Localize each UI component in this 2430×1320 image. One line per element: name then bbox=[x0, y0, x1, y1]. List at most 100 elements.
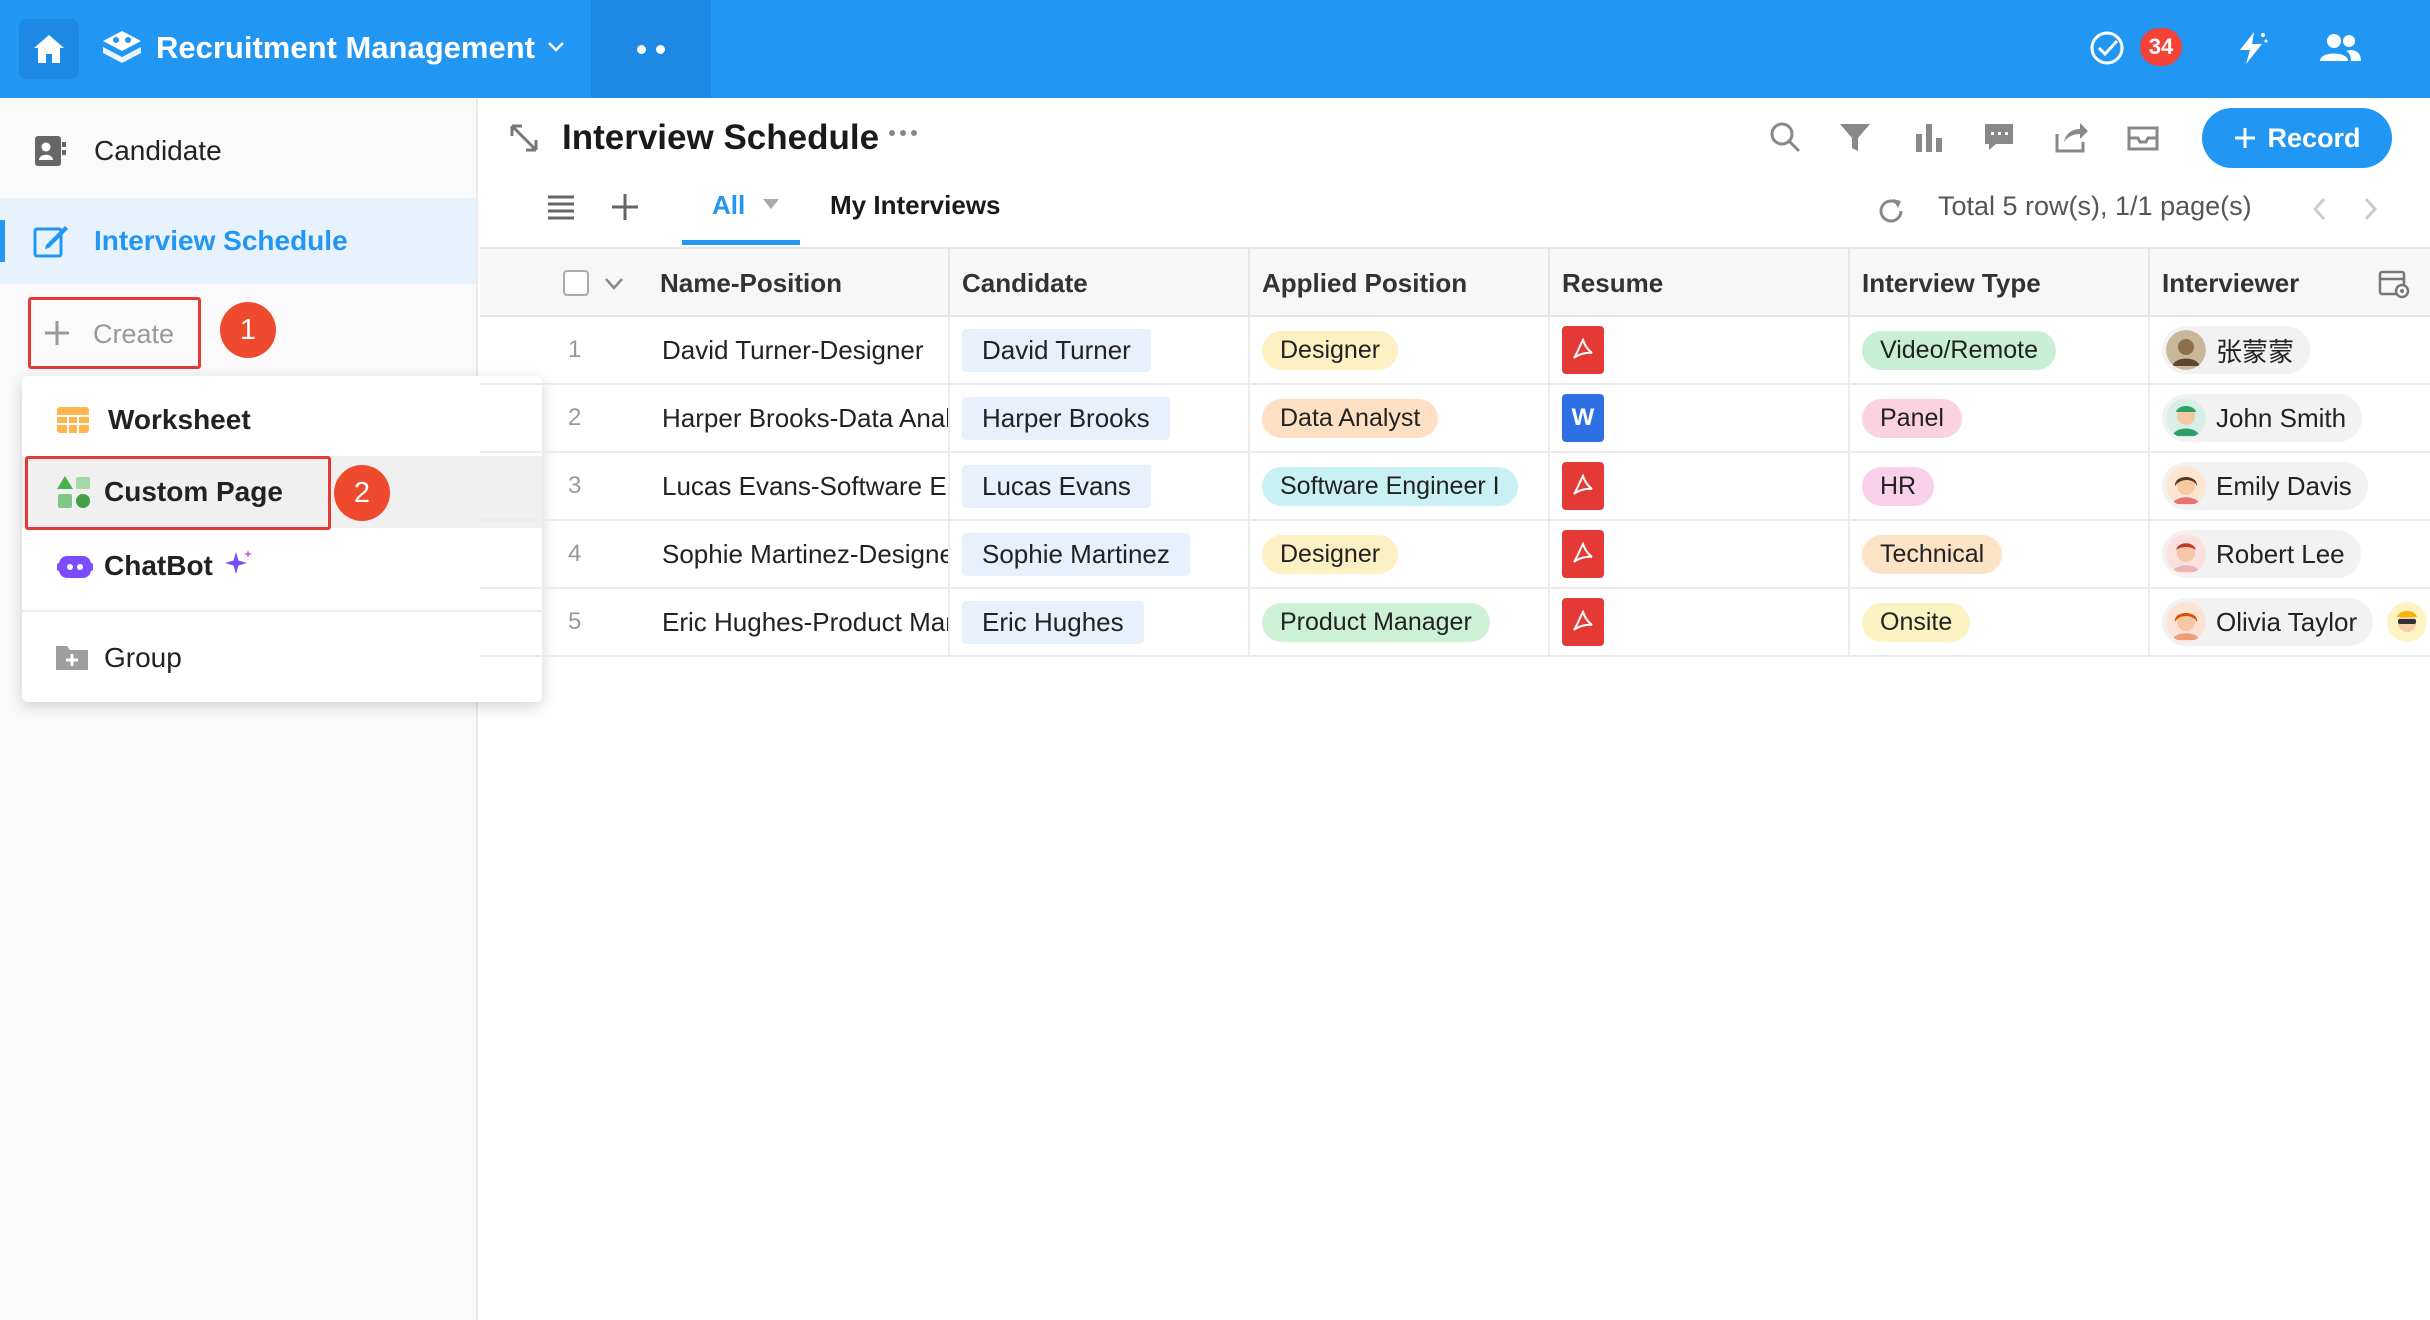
sidebar-item-candidate[interactable]: Candidate bbox=[0, 108, 476, 194]
interview-type-tag: Onsite bbox=[1862, 602, 1971, 642]
candidate-chip[interactable]: Harper Brooks bbox=[962, 396, 1170, 440]
menu-item-label: ChatBot bbox=[104, 550, 213, 581]
cell-interviewer[interactable]: Robert Lee bbox=[2150, 521, 2430, 587]
chevron-down-icon[interactable] bbox=[604, 277, 624, 291]
sidebar: Candidate Interview Schedule Create 1 bbox=[0, 98, 478, 1320]
task-check-icon[interactable] bbox=[2088, 29, 2126, 67]
table-row[interactable]: 1 David Turner-Designer David Turner Des… bbox=[480, 317, 2430, 385]
cell-interviewer[interactable]: 张蒙蒙 bbox=[2150, 317, 2430, 383]
cell-interview-type[interactable]: Video/Remote bbox=[1850, 317, 2150, 383]
interviewer-chip[interactable]: Emily Davis bbox=[2162, 462, 2368, 510]
inbox-icon[interactable] bbox=[2126, 120, 2160, 154]
pdf-file-icon[interactable] bbox=[1562, 530, 1604, 578]
comment-icon[interactable] bbox=[1982, 120, 2016, 154]
word-file-icon[interactable]: W bbox=[1562, 394, 1604, 442]
tab-my-interviews[interactable]: My Interviews bbox=[830, 190, 1001, 221]
chevron-down-icon[interactable] bbox=[546, 36, 566, 56]
menu-item-group[interactable]: Group bbox=[22, 622, 542, 694]
sparkle-icon bbox=[225, 550, 252, 574]
table-row[interactable]: 2 Harper Brooks-Data Analyst Harper Broo… bbox=[480, 385, 2430, 453]
cell-interview-type[interactable]: Panel bbox=[1850, 385, 2150, 451]
cell-applied-position[interactable]: Data Analyst bbox=[1250, 385, 1550, 451]
interviewer-chip[interactable]: 张蒙蒙 bbox=[2162, 326, 2311, 374]
refresh-icon[interactable] bbox=[1876, 196, 1906, 226]
column-header-interview-type[interactable]: Interview Type bbox=[1850, 249, 2150, 317]
column-settings-icon[interactable] bbox=[2378, 269, 2410, 299]
more-icon[interactable] bbox=[888, 128, 918, 138]
interviewer-chip[interactable]: Robert Lee bbox=[2162, 530, 2361, 578]
flash-icon[interactable] bbox=[2232, 29, 2270, 67]
table-row[interactable]: 4 Sophie Martinez-Designer Sophie Martin… bbox=[480, 521, 2430, 589]
cell-interviewer[interactable]: Emily Davis bbox=[2150, 453, 2430, 519]
more-apps-tab[interactable] bbox=[591, 0, 711, 98]
chart-icon[interactable] bbox=[1912, 120, 1946, 154]
cell-interview-type[interactable]: Technical bbox=[1850, 521, 2150, 587]
candidate-chip[interactable]: Lucas Evans bbox=[962, 464, 1151, 508]
caret-down-icon[interactable] bbox=[762, 198, 780, 210]
add-record-button[interactable]: Record bbox=[2202, 108, 2392, 168]
pagination-total: Total 5 row(s), 1/1 page(s) bbox=[1938, 191, 2252, 221]
cell-candidate[interactable]: Sophie Martinez bbox=[950, 521, 1250, 587]
pdf-file-icon[interactable] bbox=[1562, 326, 1604, 374]
add-view-icon[interactable] bbox=[610, 192, 640, 222]
table-row[interactable]: 5 Eric Hughes-Product Manager Eric Hughe… bbox=[480, 589, 2430, 657]
interview-type-tag: HR bbox=[1862, 466, 1935, 506]
cell-candidate[interactable]: Lucas Evans bbox=[950, 453, 1250, 519]
search-icon[interactable] bbox=[1768, 120, 1802, 154]
cell-name-position[interactable]: Eric Hughes-Product Manager bbox=[650, 589, 950, 655]
select-all-checkbox[interactable] bbox=[562, 269, 590, 297]
cell-interview-type[interactable]: HR bbox=[1850, 453, 2150, 519]
cell-resume[interactable] bbox=[1550, 317, 1850, 383]
cell-name-position[interactable]: Lucas Evans-Software Engineer bbox=[650, 453, 950, 519]
cell-interview-type[interactable]: Onsite bbox=[1850, 589, 2150, 655]
cell-applied-position[interactable]: Designer bbox=[1250, 521, 1550, 587]
column-header-applied-position[interactable]: Applied Position bbox=[1250, 249, 1550, 317]
filter-icon[interactable] bbox=[1838, 120, 1872, 154]
cell-resume[interactable] bbox=[1550, 589, 1850, 655]
column-header-name-position[interactable]: Name-Position bbox=[480, 249, 950, 317]
column-header-interviewer[interactable]: Interviewer bbox=[2150, 249, 2430, 317]
notification-badge[interactable]: 34 bbox=[2140, 28, 2182, 66]
column-header-candidate[interactable]: Candidate bbox=[950, 249, 1250, 317]
cell-candidate[interactable]: Harper Brooks bbox=[950, 385, 1250, 451]
column-header-resume[interactable]: Resume bbox=[1550, 249, 1850, 317]
cell-name-position[interactable]: Sophie Martinez-Designer bbox=[650, 521, 950, 587]
tab-all[interactable]: All bbox=[712, 190, 745, 221]
cell-interviewer[interactable]: John Smith bbox=[2150, 385, 2430, 451]
candidate-chip[interactable]: David Turner bbox=[962, 328, 1151, 372]
pdf-file-icon[interactable] bbox=[1562, 598, 1604, 646]
cell-resume[interactable]: W bbox=[1550, 385, 1850, 451]
cell-name-position[interactable]: Harper Brooks-Data Analyst bbox=[650, 385, 950, 451]
chevron-left-icon[interactable] bbox=[2310, 196, 2330, 222]
members-icon[interactable] bbox=[2318, 29, 2362, 67]
interviewer-chip[interactable]: John Smith bbox=[2162, 394, 2363, 442]
sidebar-item-interview-schedule[interactable]: Interview Schedule bbox=[0, 198, 476, 284]
cell-resume[interactable] bbox=[1550, 453, 1850, 519]
home-button[interactable] bbox=[19, 19, 79, 79]
cell-resume[interactable] bbox=[1550, 521, 1850, 587]
share-icon[interactable] bbox=[2054, 120, 2090, 154]
collapse-expand-icon[interactable] bbox=[508, 122, 540, 154]
top-bar: Recruitment Management 34 bbox=[0, 0, 2430, 98]
interviewer-name: Robert Lee bbox=[2216, 538, 2345, 569]
table-row[interactable]: 3 Lucas Evans-Software Engineer Lucas Ev… bbox=[480, 453, 2430, 521]
view-list-icon[interactable] bbox=[546, 194, 576, 220]
avatar bbox=[2166, 466, 2206, 506]
interviewer-chip[interactable]: Olivia Taylor bbox=[2162, 598, 2374, 646]
cell-applied-position[interactable]: Software Engineer I bbox=[1250, 453, 1550, 519]
create-label: Create bbox=[93, 319, 175, 349]
cell-candidate[interactable]: Eric Hughes bbox=[950, 589, 1250, 655]
app-title[interactable]: Recruitment Management bbox=[156, 30, 535, 66]
chevron-right-icon[interactable] bbox=[2360, 196, 2380, 222]
cell-name-position[interactable]: David Turner-Designer bbox=[650, 317, 950, 383]
cell-applied-position[interactable]: Product Manager bbox=[1250, 589, 1550, 655]
candidate-chip[interactable]: Eric Hughes bbox=[962, 600, 1144, 644]
pdf-file-icon[interactable] bbox=[1562, 462, 1604, 510]
menu-item-chatbot[interactable]: ChatBot bbox=[22, 530, 542, 602]
create-button[interactable]: Create bbox=[28, 297, 201, 369]
cell-interviewer[interactable]: Olivia Taylor bbox=[2150, 589, 2430, 655]
cell-applied-position[interactable]: Designer bbox=[1250, 317, 1550, 383]
candidate-chip[interactable]: Sophie Martinez bbox=[962, 532, 1190, 576]
menu-item-worksheet[interactable]: Worksheet bbox=[22, 384, 542, 456]
cell-candidate[interactable]: David Turner bbox=[950, 317, 1250, 383]
